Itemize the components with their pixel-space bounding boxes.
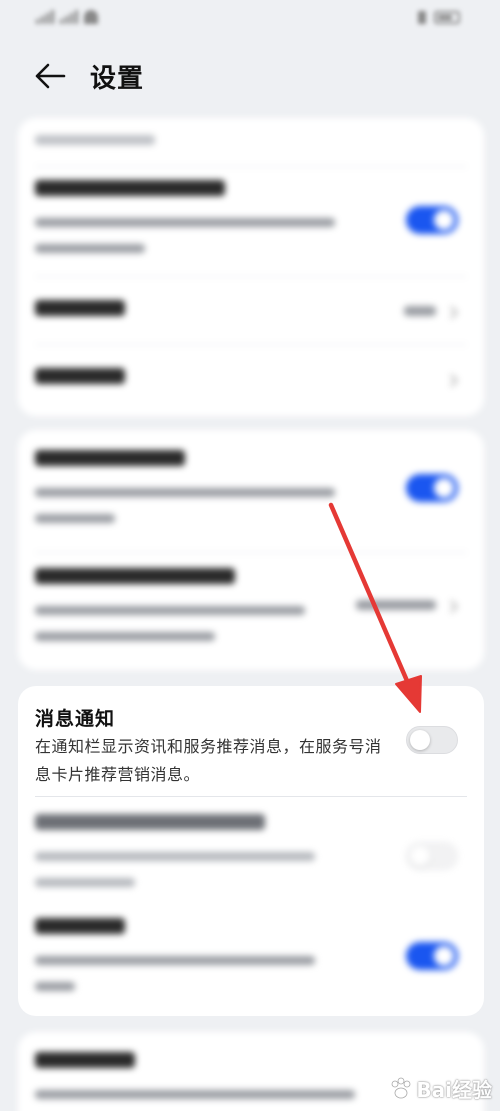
watermark-text: Bai经验 [416, 1078, 492, 1102]
location-recommend-toggle[interactable] [406, 206, 458, 234]
list-item[interactable] [18, 280, 484, 340]
watermark: Bai经验 [388, 1074, 492, 1103]
wifi-icon [84, 10, 98, 24]
status-left [36, 10, 98, 24]
list-item[interactable] [18, 348, 484, 408]
header: 设置 [0, 48, 500, 104]
message-notification-title: 消息通知 [35, 708, 116, 730]
bluetooth-icon [418, 10, 426, 24]
status-bar [0, 0, 500, 36]
battery-icon [434, 10, 460, 24]
no-trace-toggle[interactable] [406, 942, 458, 970]
experience-plan-toggle[interactable] [406, 842, 458, 870]
signal-icon [36, 10, 54, 24]
back-button[interactable] [28, 54, 72, 98]
settings-card-location [18, 118, 484, 416]
signal-icon-2 [60, 10, 78, 24]
list-item [18, 118, 484, 158]
list-item[interactable] [18, 558, 484, 662]
page-title: 设置 [90, 64, 145, 94]
list-item[interactable] [18, 806, 484, 906]
list-item[interactable] [18, 910, 484, 1010]
list-item[interactable] [18, 170, 484, 270]
status-right [418, 10, 460, 24]
message-notification-toggle[interactable] [406, 726, 458, 754]
paw-logo-icon [391, 1077, 411, 1098]
message-notification-description: 在通知栏显示资讯和服务推荐消息，在服务号消息卡片推荐营销消息。 [35, 737, 382, 784]
settings-card-smart [18, 430, 484, 670]
list-item[interactable] [18, 444, 484, 544]
arrow-left-icon [35, 63, 66, 89]
smart-recognition-toggle[interactable] [406, 474, 458, 502]
